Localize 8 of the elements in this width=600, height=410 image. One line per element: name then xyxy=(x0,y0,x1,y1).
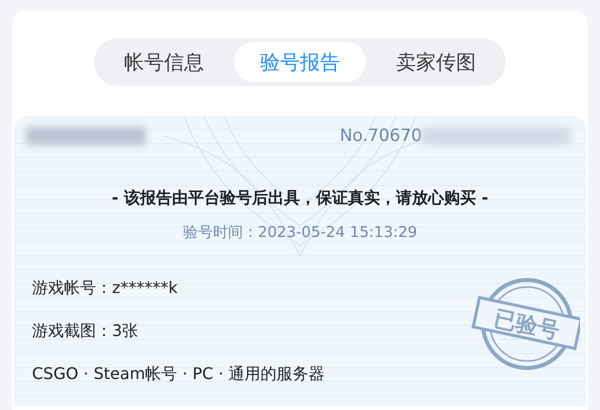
report-notice: - 该报告由平台验号后出具，保证真实，请放心购买 - xyxy=(110,188,490,209)
tab[interactable]: 帐号信息 xyxy=(98,42,230,82)
detail-text: CSGO · Steam帐号 · PC · 通用的服务器 xyxy=(32,364,325,385)
check-time: 验号时间：2023-05-24 15:13:29 xyxy=(182,223,418,242)
tab[interactable]: 卖家传图 xyxy=(370,42,502,82)
detail-text: 游戏截图：3张 xyxy=(32,321,138,342)
report-number: No.70670 xyxy=(340,126,422,146)
detail-text: 游戏帐号：z******k xyxy=(32,278,178,299)
